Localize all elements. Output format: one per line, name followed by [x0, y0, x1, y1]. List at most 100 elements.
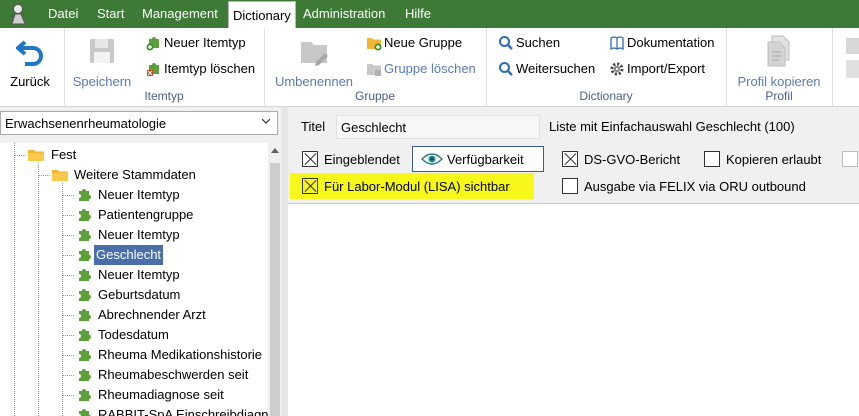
- dsgvo-label: DS-GVO-Bericht: [584, 152, 681, 167]
- rename-button[interactable]: Umbenennen: [272, 32, 356, 90]
- labor-checkbox[interactable]: [302, 178, 318, 194]
- gear-icon: [610, 62, 624, 76]
- kopieren-checkbox[interactable]: [704, 151, 720, 167]
- puzzle-piece-icon: [79, 189, 91, 201]
- tree-item[interactable]: Patientengruppe: [0, 205, 268, 225]
- search-label: Suchen: [516, 35, 561, 50]
- rename-label: Umbenennen: [274, 74, 354, 89]
- tree-item[interactable]: Rheumabeschwerden seit: [0, 365, 268, 385]
- tree-item-label: Rheumadiagnose seit: [98, 387, 224, 402]
- puzzle-piece-icon: [79, 229, 91, 241]
- tree-item-label: Todesdatum: [98, 327, 169, 342]
- tree-item-selected[interactable]: Geschlecht: [0, 245, 268, 265]
- menu-datei[interactable]: Datei: [48, 0, 78, 28]
- type-info-text: Liste mit Einfachauswahl Geschlecht (100…: [549, 119, 795, 134]
- eye-icon: [421, 153, 443, 165]
- save-disk-icon: [90, 39, 114, 63]
- profile-combobox[interactable]: Erwachsenenrheumatologie: [0, 111, 278, 135]
- menu-management[interactable]: Management: [142, 0, 218, 28]
- menu-start[interactable]: Start: [97, 0, 124, 28]
- save-label: Speichern: [72, 74, 132, 89]
- tree-scrollbar[interactable]: [268, 143, 282, 416]
- search-next-label: Weitersuchen: [516, 61, 596, 76]
- availability-label: Verfügbarkeit: [447, 152, 524, 167]
- profile-combobox-value: Erwachsenenrheumatologie: [5, 116, 167, 131]
- availability-button[interactable]: Verfügbarkeit: [412, 146, 544, 172]
- tree-node-label: Weitere Stammdaten: [74, 167, 196, 182]
- puzzle-piece-icon: [79, 329, 91, 341]
- eingeblendet-label: Eingeblendet: [324, 152, 400, 167]
- puzzle-piece-icon: [79, 349, 91, 361]
- overflow-ribbon-icon: [846, 38, 859, 78]
- felix-checkbox[interactable]: [562, 178, 578, 194]
- copy-profile-button[interactable]: Profil kopieren: [732, 32, 826, 90]
- tree-item-label: RABBIT-SpA Einschreibdiagnose: [98, 407, 282, 416]
- eingeblendet-checkbox[interactable]: [302, 151, 318, 167]
- tree-node-label: Fest: [51, 147, 77, 162]
- scrollbar-thumb[interactable]: [270, 163, 280, 416]
- back-label: Zurück: [10, 74, 50, 89]
- documentation-label: Dokumentation: [627, 35, 715, 50]
- tree-item[interactable]: Todesdatum: [0, 325, 268, 345]
- puzzle-piece-icon: [79, 249, 91, 261]
- dsgvo-checkbox[interactable]: [562, 151, 578, 167]
- tree-node-fest[interactable]: Fest: [0, 145, 268, 165]
- app-logo-icon: [9, 4, 26, 25]
- tree-node-weitere-stammdaten[interactable]: Weitere Stammdaten: [0, 165, 268, 185]
- menu-administration[interactable]: Administration: [303, 0, 385, 28]
- tree-item[interactable]: RABBIT-SpA Einschreibdiagnose: [0, 405, 282, 416]
- import-export-label: Import/Export: [627, 61, 706, 76]
- cut-off-checkbox[interactable]: [842, 151, 858, 167]
- menu-dictionary[interactable]: Dictionary: [228, 1, 296, 29]
- tree-item[interactable]: Rheumadiagnose seit: [0, 385, 268, 405]
- delete-itemtype-label: Itemtyp löschen: [164, 61, 256, 76]
- puzzle-piece-icon: [79, 289, 91, 301]
- scroll-up-arrow-icon[interactable]: [271, 148, 279, 153]
- puzzle-piece-icon: [79, 369, 91, 381]
- tree-item-label: Rheuma Medikationshistorie: [98, 347, 263, 362]
- book-icon: [610, 36, 624, 51]
- tree-item-label: Neuer Itemtyp: [98, 227, 180, 242]
- group-label-gruppe: Gruppe: [354, 89, 396, 103]
- tree-item-label: Neuer Itemtyp: [98, 267, 180, 282]
- tree-item[interactable]: Rheuma Medikationshistorie: [0, 345, 268, 365]
- menu-bar: Datei Start Management Dictionary Admini…: [0, 0, 859, 29]
- folder-add-icon: [367, 38, 382, 51]
- group-label-itemtyp: Itemtyp: [144, 89, 184, 103]
- felix-label: Ausgabe via FELIX via ORU outbound: [584, 179, 806, 194]
- folder-icon: [52, 170, 68, 181]
- tree-item[interactable]: Neuer Itemtyp: [0, 185, 268, 205]
- folder-rename-icon: [301, 42, 328, 66]
- puzzle-add-icon: [146, 37, 159, 51]
- labor-label: Für Labor-Modul (LISA) sichtbar: [324, 179, 510, 194]
- group-label-profil: Profil: [765, 89, 793, 103]
- menu-hilfe[interactable]: Hilfe: [405, 0, 431, 28]
- puzzle-piece-icon: [79, 389, 91, 401]
- title-field[interactable]: Geschlecht: [336, 115, 540, 139]
- tree-item-label: Patientengruppe: [98, 207, 194, 222]
- dictionary-tree: Fest Weitere Stammdaten Neuer Itemtyp Pa…: [0, 143, 282, 416]
- puzzle-delete-icon: [147, 63, 159, 76]
- back-button[interactable]: Zurück: [6, 32, 54, 90]
- ribbon: Zurück Speichern Neuer Itemtyp Itemtyp l…: [0, 28, 859, 107]
- tree-item-label: Neuer Itemtyp: [98, 187, 180, 202]
- chevron-down-icon: [262, 118, 270, 124]
- puzzle-piece-icon: [79, 309, 91, 321]
- tree-item[interactable]: Neuer Itemtyp: [0, 265, 268, 285]
- folder-icon: [28, 150, 44, 161]
- tree-item[interactable]: Abrechnender Arzt: [0, 305, 268, 325]
- search-next-icon: [499, 62, 513, 76]
- puzzle-piece-icon: [79, 269, 91, 281]
- copy-profile-label: Profil kopieren: [737, 74, 821, 89]
- tree-item[interactable]: Geburtsdatum: [0, 285, 268, 305]
- back-arrow-icon: [16, 40, 43, 66]
- tree-item-label: Geschlecht: [94, 245, 164, 265]
- title-field-value: Geschlecht: [341, 120, 407, 135]
- search-icon: [499, 36, 513, 50]
- save-button[interactable]: Speichern: [70, 32, 134, 90]
- folder-delete-icon: [367, 64, 381, 76]
- puzzle-piece-icon: [79, 209, 91, 221]
- new-group-label: Neue Gruppe: [384, 35, 463, 50]
- tree-item[interactable]: Neuer Itemtyp: [0, 225, 268, 245]
- tree-item-label: Abrechnender Arzt: [98, 307, 206, 322]
